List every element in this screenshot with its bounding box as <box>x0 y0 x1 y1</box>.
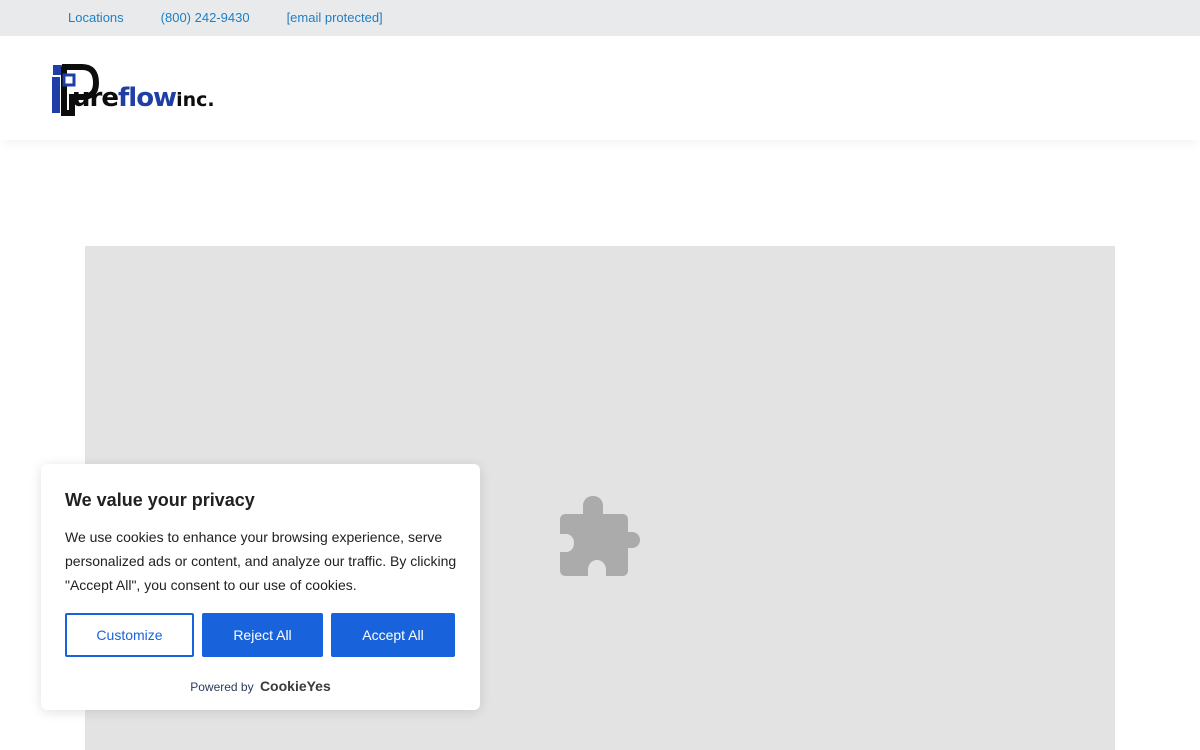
cookie-title: We value your privacy <box>65 490 255 510</box>
top-bar: Locations (800) 242-9430 [email protecte… <box>0 0 1200 36</box>
phone-link[interactable]: (800) 242-9430 <box>161 0 250 36</box>
logo-inc: inc. <box>176 89 215 111</box>
email-link[interactable]: [email protected] <box>287 0 383 36</box>
puzzle-icon <box>560 496 640 576</box>
pureflow-logo[interactable]: ureflowinc. <box>50 63 230 117</box>
locations-link[interactable]: Locations <box>68 0 124 36</box>
accept-all-button[interactable]: Accept All <box>331 613 455 657</box>
cookieyes-logo[interactable]: CookieYes <box>260 678 331 694</box>
site-header: ureflowinc. <box>0 36 1200 140</box>
powered-by-label: Powered by <box>190 680 254 694</box>
customize-button[interactable]: Customize <box>65 613 194 657</box>
logo-ure: ure <box>72 83 119 113</box>
logo-flow: flow <box>117 83 177 113</box>
reject-all-button[interactable]: Reject All <box>202 613 323 657</box>
logo-wordmark: ureflowinc. <box>72 81 215 117</box>
cookie-consent-banner: We value your privacy We use cookies to … <box>41 464 480 710</box>
cookie-description: We use cookies to enhance your browsing … <box>65 529 457 593</box>
powered-by: Powered by CookieYes <box>41 678 480 694</box>
